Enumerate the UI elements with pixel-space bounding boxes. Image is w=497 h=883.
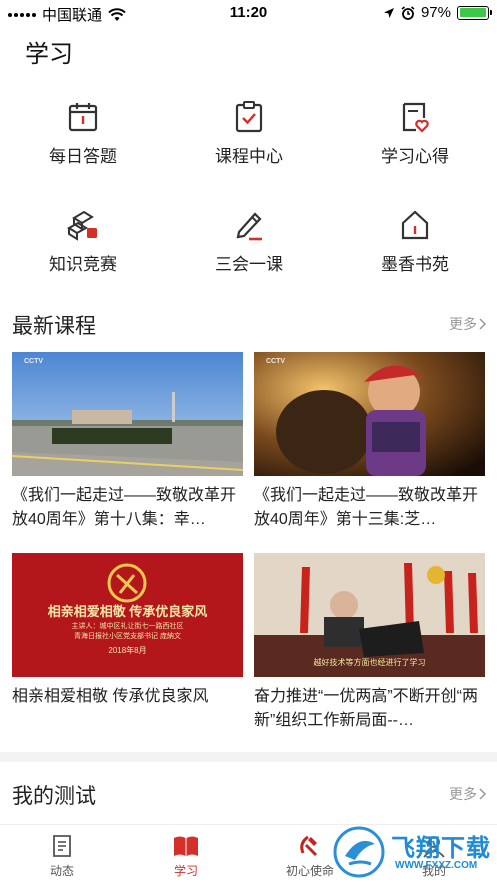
course-card[interactable]: 越好技术等方面也经进行了学习 奋力推进“一优两高”不断开创“两新”组织工作新局面… [254,553,485,733]
course-thumbnail: CCTV [12,352,243,476]
status-bar: 中国联通 11:20 97% [0,0,497,26]
tab-label: 学习 [173,864,198,878]
grid-item-daily-quiz[interactable]: 每日答题 [0,100,166,167]
grid-item-three-meetings[interactable]: 三会一课 [166,208,332,275]
grid-item-label: 学习心得 [381,147,449,166]
chevron-right-icon [479,318,487,330]
more-link[interactable]: 更多 [449,784,487,804]
party-emblem-icon [300,835,318,857]
grid-item-label: 墨香书苑 [381,255,449,274]
banner-speaker: 主讲人：城中区礼让街七一路西社区 [71,623,184,630]
notebook-heart-icon [402,102,429,133]
video-caption: 越好技术等方面也经进行了学习 [313,658,426,667]
more-label: 更多 [449,316,477,332]
banner-date: 2018年8月 [108,646,147,655]
pencil-icon [236,212,262,241]
blocks-icon [67,210,97,241]
course-title: 《我们一起走过——致敬改革开放40周年》第十八集：幸… [12,487,237,528]
grid-item-label: 三会一课 [215,255,283,274]
course-thumbnail: CCTV [254,352,485,476]
document-icon [53,835,71,857]
alarm-icon [401,5,415,20]
tab-study[interactable]: 学习 [146,833,226,879]
course-title: 《我们一起走过——致敬改革开放40周年》第十三集:芝… [254,487,479,528]
book-icon [174,836,198,856]
chevron-right-icon [479,788,487,800]
cctv-badge: CCTV [266,358,286,365]
course-card[interactable]: CCTV 《我们一起走过——致敬改革开放40周年》第十三集:芝… [254,352,485,532]
my-tests-header: 我的测试 更多 [0,780,497,810]
banner-role: 青海日报社小区党支部书记 庞納文 [74,633,181,640]
calendar-icon [68,103,98,132]
tab-news[interactable]: 动态 [22,833,102,879]
banner-heading: 相亲相爱相敬 传承优良家风 [47,604,208,619]
section-title: 最新课程 [12,315,96,338]
grid-item-label: 每日答题 [49,147,117,166]
grid-item-knowledge-contest[interactable]: 知识竞赛 [0,208,166,275]
grid-item-label: 知识竞赛 [49,255,117,274]
course-thumbnail: 越好技术等方面也经进行了学习 [254,553,485,677]
grid-item-ink-library[interactable]: 墨香书苑 [332,208,497,275]
battery-icon [457,5,492,20]
watermark-text: 飞翔下载 [391,835,491,862]
grid-item-study-notes[interactable]: 学习心得 [332,100,497,167]
more-link[interactable]: 更多 [449,314,487,334]
latest-courses-header: 最新课程 更多 [0,310,497,340]
grid-item-course-center[interactable]: 课程中心 [166,100,332,167]
course-title: 奋力推进“一优两高”不断开创“两新”组织工作新局面--… [254,688,478,729]
page-title: 学习 [25,41,73,68]
cctv-badge: CCTV [24,358,44,365]
house-icon [401,210,429,240]
section-title: 我的测试 [12,785,96,808]
tab-label: 动态 [49,864,74,878]
course-card[interactable]: 相亲相爱相敬 传承优良家风 主讲人：城中区礼让街七一路西社区 青海日报社小区党支… [12,553,243,733]
course-thumbnail: 相亲相爱相敬 传承优良家风 主讲人：城中区礼让街七一路西社区 青海日报社小区党支… [12,553,243,677]
battery-percent: 97% [420,4,451,21]
watermark-url: WWW.FXXZ.COM [395,860,478,871]
watermark-logo: 飞翔下载 WWW.FXXZ.COM [331,820,497,883]
more-label: 更多 [449,786,477,802]
location-arrow-icon [383,7,394,18]
section-divider [0,752,497,762]
grid-item-label: 课程中心 [215,147,283,166]
course-title: 相亲相爱相敬 传承优良家风 [12,688,209,705]
clipboard-check-icon [235,101,263,133]
status-right: 97% [383,4,492,21]
course-card[interactable]: CCTV 《我们一起走过——致敬改革开放40周年》第十八集：幸… [12,352,243,532]
